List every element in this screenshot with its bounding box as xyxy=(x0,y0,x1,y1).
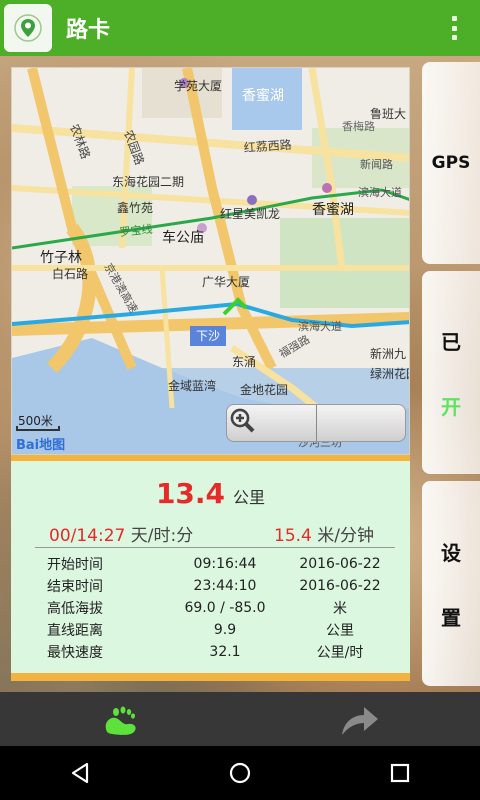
state-label-bottom: 开 xyxy=(441,394,461,419)
average-speed: 15.4 米/分钟 xyxy=(274,521,374,546)
row-value: 09:16:44 xyxy=(193,556,257,572)
row-label: 开始时间 xyxy=(47,557,103,573)
map-label: 滨海大道 xyxy=(358,185,402,199)
zoom-control xyxy=(226,404,406,442)
row-value: 9.9 xyxy=(213,622,237,638)
overflow-menu-icon[interactable] xyxy=(452,16,458,40)
home-circle-icon xyxy=(229,762,251,784)
app-title: 路卡 xyxy=(66,18,111,43)
row-value: 32.1 xyxy=(209,644,241,660)
elapsed-value: 00/14:27 xyxy=(49,526,126,546)
row-extra: 米 xyxy=(333,601,347,617)
map-label: 广华大厦 xyxy=(202,275,250,289)
table-row: 高低海拔 69.0 / -85.0 米 xyxy=(35,597,395,619)
map-label: 车公庙 xyxy=(162,229,204,246)
map-label: 新洲九 xyxy=(370,346,406,361)
row-label: 结束时间 xyxy=(47,579,103,595)
recents-button[interactable] xyxy=(370,753,430,793)
speed-unit: 米/分钟 xyxy=(317,526,374,546)
map-label: 绿洲花园 xyxy=(370,366,410,381)
speed-value: 15.4 xyxy=(274,526,312,546)
settings-label-bottom: 置 xyxy=(441,605,461,630)
stats-panel: 13.4 公里 00/14:27 天/时:分 15.4 米/分钟 开始时间 09:… xyxy=(11,455,410,681)
baidu-map-logo: Bai地图 xyxy=(16,434,65,453)
map-label: 香梅路 xyxy=(342,119,375,133)
recents-square-icon xyxy=(390,763,410,783)
distance-value: 13.4 xyxy=(155,477,226,510)
app-bar: 路卡 xyxy=(0,0,480,56)
map-label: 白石路 xyxy=(52,266,88,281)
settings-label-top: 设 xyxy=(441,540,461,565)
footprint-icon xyxy=(105,706,136,735)
row-label: 直线距离 xyxy=(47,623,103,639)
distance-row: 13.4 公里 xyxy=(11,477,410,510)
row-label: 高低海拔 xyxy=(47,601,103,617)
map-label: 农林路 xyxy=(67,122,93,161)
table-row: 最快速度 32.1 公里/时 xyxy=(35,641,395,663)
row-label: 最快速度 xyxy=(47,645,103,661)
row-extra: 公里 xyxy=(326,623,354,639)
map-canvas: 学苑大厦 香蜜湖 香梅路 农园路 农林路 红荔西路 东海花园二期 鑫竹苑 红星美… xyxy=(12,68,410,454)
table-row: 开始时间 09:16:44 2016-06-22 xyxy=(35,553,395,575)
gps-label: GPS xyxy=(431,153,471,173)
map-label: 滨海大道 xyxy=(298,319,342,333)
tab-share[interactable] xyxy=(240,692,480,746)
share-arrow-icon xyxy=(342,707,378,735)
map-label: 红星美凯龙 xyxy=(220,206,280,221)
state-label-top: 已 xyxy=(441,329,461,354)
map-label: 竹子林 xyxy=(40,250,82,266)
logo-text-a: Bai xyxy=(16,438,40,453)
row-extra: 公里/时 xyxy=(316,645,364,661)
stats-table: 开始时间 09:16:44 2016-06-22 结束时间 23:44:10 2… xyxy=(35,553,395,663)
table-row: 结束时间 23:44:10 2016-06-22 xyxy=(35,575,395,597)
row-extra: 2016-06-22 xyxy=(299,556,381,572)
map-label: 东海花园二期 xyxy=(112,174,184,189)
elapsed-unit: 天/时:分 xyxy=(130,526,194,546)
map-label: 金地花园 xyxy=(240,382,288,397)
map-label: 鑫竹苑 xyxy=(117,200,153,215)
zoom-in-icon xyxy=(230,408,255,433)
logo-text-b: 地图 xyxy=(39,438,66,453)
table-row: 直线距离 9.9 公里 xyxy=(35,619,395,641)
home-button[interactable] xyxy=(210,753,270,793)
tab-track[interactable] xyxy=(0,692,240,746)
map-label: 新闻路 xyxy=(360,157,393,171)
back-button[interactable] xyxy=(50,753,110,793)
map-label: 下沙 xyxy=(196,329,220,343)
map-scale-bar xyxy=(16,426,60,431)
divider xyxy=(35,547,395,548)
gps-button[interactable]: GPS xyxy=(422,62,480,264)
tracking-state-button[interactable]: 已 开 xyxy=(422,271,480,474)
map-pin-icon[interactable] xyxy=(4,4,52,52)
map-label: 鲁班大 xyxy=(370,107,406,121)
row-value: 69.0 / -85.0 xyxy=(184,600,266,616)
map-view[interactable]: 学苑大厦 香蜜湖 香梅路 农园路 农林路 红荔西路 东海花园二期 鑫竹苑 红星美… xyxy=(11,67,410,455)
system-nav-bar xyxy=(0,746,480,800)
map-label: 学苑大厦 xyxy=(174,78,222,93)
settings-button[interactable]: 设 置 xyxy=(422,481,480,686)
map-label: 香蜜湖 xyxy=(312,202,354,218)
map-label: 金域蓝湾 xyxy=(168,378,216,393)
row-value: 23:44:10 xyxy=(193,578,257,594)
bottom-tab-bar xyxy=(0,692,480,746)
map-label: 福强路 xyxy=(277,332,313,361)
row-extra: 2016-06-22 xyxy=(299,578,381,594)
map-label: 香蜜湖 xyxy=(242,88,284,104)
map-label: 东涌 xyxy=(232,355,256,369)
zoom-in-button[interactable] xyxy=(230,405,406,441)
elapsed-time: 00/14:27 天/时:分 xyxy=(49,521,193,546)
back-triangle-icon xyxy=(71,762,89,784)
distance-unit: 公里 xyxy=(233,488,266,507)
